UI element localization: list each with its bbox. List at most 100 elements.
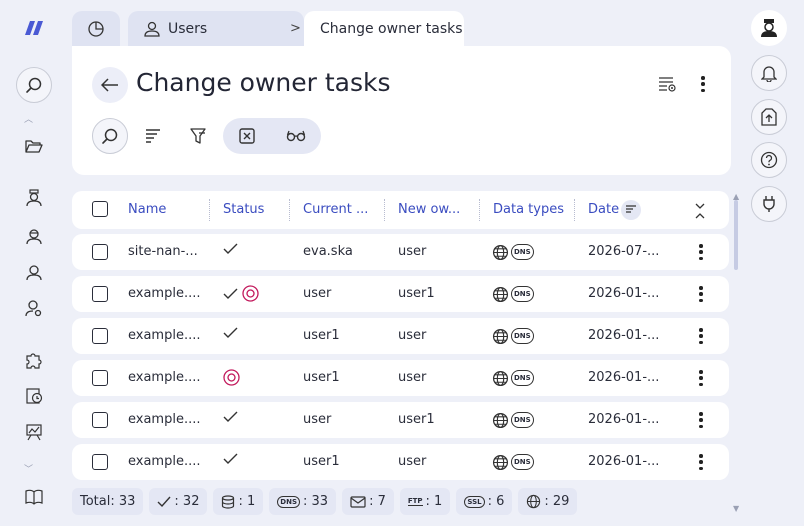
globe-icon	[492, 412, 509, 429]
help-button[interactable]	[751, 142, 787, 178]
cell-name[interactable]: site-nan-...	[128, 244, 198, 259]
dns-icon: DNS	[511, 286, 534, 302]
table-settings-icon	[659, 77, 676, 92]
header-menu-button[interactable]	[685, 66, 721, 102]
sort-desc-icon	[626, 205, 636, 213]
logo-icon[interactable]	[22, 16, 46, 40]
globe-icon	[492, 370, 509, 387]
summary-total-label: Total: 33	[80, 494, 136, 509]
column-header-current-owner[interactable]: Current ...	[303, 202, 368, 217]
column-separator	[574, 199, 575, 221]
cell-name[interactable]: example....	[128, 454, 200, 469]
tab-change-owner-tasks[interactable]: Change owner tasks	[304, 11, 464, 47]
user-icon[interactable]	[22, 260, 46, 284]
table-row[interactable]: example.... user1 user DNS 2026-01-...	[72, 444, 729, 480]
check-icon	[223, 411, 238, 422]
row-menu-button[interactable]	[694, 326, 708, 346]
plugin-button[interactable]	[751, 186, 787, 222]
folder-icon[interactable]	[22, 134, 46, 158]
dns-icon: DNS	[511, 244, 534, 260]
chevron-down-icon[interactable]: ﹀	[24, 462, 33, 475]
summary-ssl-count: : 6	[487, 494, 505, 509]
cell-name[interactable]: example....	[128, 328, 200, 343]
cell-current-owner: user1	[303, 328, 340, 343]
cancel-task-button[interactable]	[229, 118, 265, 154]
puzzle-icon[interactable]	[22, 348, 46, 372]
ftp-icon: FTP	[407, 497, 423, 506]
column-header-date[interactable]: Date	[588, 202, 619, 217]
column-settings-button[interactable]	[649, 66, 685, 102]
column-header-name[interactable]: Name	[128, 202, 166, 217]
filter-button[interactable]	[180, 118, 216, 154]
row-checkbox[interactable]	[92, 286, 108, 302]
cell-new-owner: user	[398, 454, 427, 469]
user-settings-icon[interactable]	[22, 296, 46, 320]
cell-name[interactable]: example....	[128, 412, 200, 427]
admin-avatar-icon	[761, 19, 777, 37]
cell-current-owner: user	[303, 286, 332, 301]
cell-name[interactable]: example....	[128, 286, 200, 301]
table-row[interactable]: example.... user1 user DNS 2026-01-...	[72, 318, 729, 354]
sort-lines-icon	[146, 129, 160, 143]
row-checkbox[interactable]	[92, 454, 108, 470]
tab-dashboard[interactable]	[72, 11, 120, 47]
row-menu-button[interactable]	[694, 368, 708, 388]
row-checkbox[interactable]	[92, 370, 108, 386]
chevrons-collapse-icon	[695, 203, 705, 219]
monitoring-icon[interactable]	[22, 420, 46, 444]
chevron-up-icon[interactable]: ︿	[24, 112, 33, 125]
row-menu-button[interactable]	[694, 452, 708, 472]
cell-date: 2026-01-...	[588, 328, 660, 343]
row-checkbox[interactable]	[92, 412, 108, 428]
cell-name[interactable]: example....	[128, 370, 200, 385]
globe-icon	[492, 244, 509, 261]
scrollbar-thumb[interactable]	[734, 200, 738, 270]
column-header-new-owner[interactable]: New ow...	[398, 202, 460, 217]
filter-icon	[190, 128, 206, 144]
check-icon	[223, 288, 238, 299]
ssl-icon: SSL	[464, 495, 485, 508]
globe-icon	[492, 454, 509, 471]
profile-button[interactable]	[751, 10, 787, 46]
scroll-down-icon[interactable]: ▼	[733, 504, 739, 513]
table-search-button[interactable]	[92, 118, 128, 154]
column-header-status[interactable]: Status	[223, 202, 264, 217]
nav-search-button[interactable]	[16, 67, 52, 103]
row-checkbox[interactable]	[92, 244, 108, 260]
admin-user-icon[interactable]	[22, 186, 46, 210]
table-row[interactable]: site-nan-... eva.ska user DNS 2026-07-...	[72, 234, 729, 270]
table-row[interactable]: example.... user user1 DNS 2026-01-...	[72, 276, 729, 312]
sort-button[interactable]	[135, 118, 171, 154]
summary-done: : 32	[149, 488, 208, 515]
cell-new-owner: user	[398, 328, 427, 343]
table-row[interactable]: example.... user1 user DNS 2026-01-...	[72, 360, 729, 396]
plug-icon	[763, 196, 775, 212]
row-menu-button[interactable]	[694, 410, 708, 430]
history-icon[interactable]	[22, 384, 46, 408]
date-sort-indicator[interactable]	[621, 200, 641, 220]
summary-web: : 29	[518, 488, 578, 515]
help-icon	[760, 151, 778, 169]
select-all-checkbox[interactable]	[92, 201, 108, 217]
kebab-icon	[696, 74, 710, 94]
table-row[interactable]: example.... user user1 DNS 2026-01-...	[72, 402, 729, 438]
cell-status	[223, 369, 240, 386]
notifications-button[interactable]	[751, 55, 787, 91]
collapse-columns-button[interactable]	[694, 201, 706, 221]
column-header-data-types[interactable]: Data types	[493, 202, 564, 217]
search-icon	[102, 128, 118, 144]
tab-users[interactable]: Users >	[128, 11, 304, 47]
cell-data-types: DNS	[492, 328, 534, 345]
left-navigation: ︿ ﹀	[0, 0, 68, 526]
dns-icon: DNS	[277, 495, 300, 508]
upload-button[interactable]	[751, 99, 787, 135]
reseller-icon[interactable]	[22, 224, 46, 248]
book-icon[interactable]	[22, 485, 46, 509]
row-checkbox[interactable]	[92, 328, 108, 344]
row-menu-button[interactable]	[694, 284, 708, 304]
cell-new-owner: user1	[398, 286, 435, 301]
row-menu-button[interactable]	[694, 242, 708, 262]
back-button[interactable]	[92, 67, 128, 103]
view-details-button[interactable]	[278, 118, 314, 154]
check-icon	[157, 496, 171, 507]
